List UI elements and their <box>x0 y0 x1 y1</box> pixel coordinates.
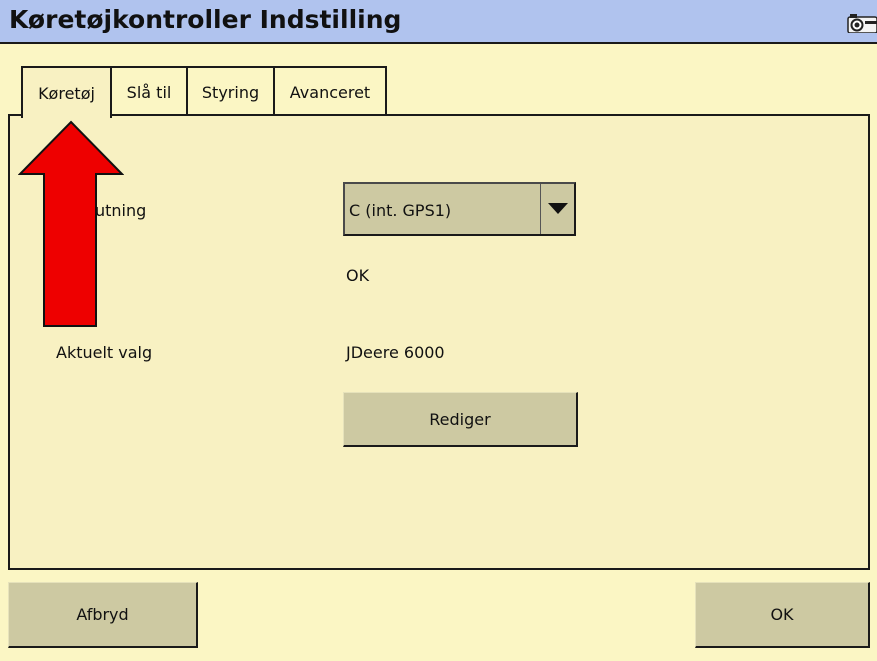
ok-button[interactable]: OK <box>695 582 870 648</box>
tab-styring-label: Styring <box>201 82 260 102</box>
camera-icon[interactable] <box>846 13 877 33</box>
current-selection-label: Aktuelt valg <box>56 343 153 362</box>
tab-styring[interactable]: Styring <box>186 66 275 116</box>
dropdown-toggle[interactable] <box>540 184 574 234</box>
connection-dropdown-value: C (int. GPS1) <box>349 201 452 220</box>
tab-koretoj[interactable]: Køretøj <box>21 66 112 118</box>
status-value: OK <box>346 266 370 285</box>
tab-koretoj-label: Køretøj <box>38 83 95 103</box>
current-selection-value: JDeere 6000 <box>346 343 445 362</box>
window-title: Køretøjkontroller Indstilling <box>9 5 402 34</box>
tab-sla-til[interactable]: Slå til <box>110 66 188 116</box>
chevron-down-icon <box>547 203 568 214</box>
cancel-button-label: Afbryd <box>76 605 129 624</box>
cancel-button[interactable]: Afbryd <box>8 582 198 648</box>
connection-dropdown[interactable]: C (int. GPS1) <box>343 182 576 236</box>
ok-button-label: OK <box>770 605 794 624</box>
red-arrow-annotation <box>18 120 124 327</box>
tab-sla-til-label: Slå til <box>126 82 172 102</box>
tab-avanceret[interactable]: Avanceret <box>273 66 387 116</box>
edit-button[interactable]: Rediger <box>343 392 578 447</box>
tab-avanceret-label: Avanceret <box>289 82 371 102</box>
edit-button-label: Rediger <box>429 409 491 429</box>
title-bar: Køretøjkontroller Indstilling <box>0 0 877 44</box>
